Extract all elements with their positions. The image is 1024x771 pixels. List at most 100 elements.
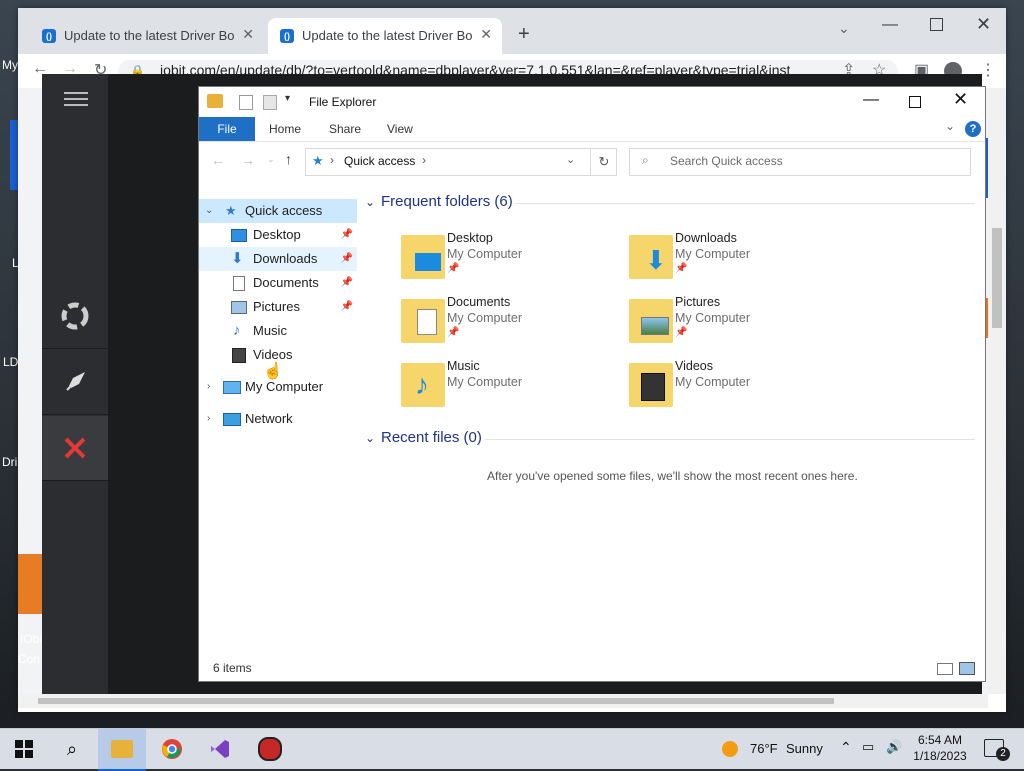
- breadcrumb-item[interactable]: Quick access: [344, 154, 415, 168]
- chevron-down-icon[interactable]: ⌄: [205, 199, 213, 223]
- tab-home[interactable]: Home: [269, 117, 301, 141]
- new-tab-button[interactable]: +: [518, 24, 530, 44]
- close-window-button[interactable]: ✕: [953, 89, 968, 110]
- folder-item-pictures[interactable]: Pictures My Computer 📌: [629, 295, 839, 347]
- tab-title: Update to the latest Driver Booster: [64, 28, 234, 43]
- videos-film-icon: [641, 373, 665, 401]
- clock-date[interactable]: 1/18/2023: [912, 749, 968, 763]
- visual-studio-taskbar-icon[interactable]: [196, 729, 244, 769]
- page-text: IObi: [20, 632, 43, 646]
- chevron-right-icon[interactable]: ›: [207, 375, 210, 399]
- more-menu-icon[interactable]: ⋮: [980, 60, 996, 80]
- chevron-down-icon[interactable]: ⌄: [365, 195, 375, 209]
- scrollbar-thumb[interactable]: [38, 698, 834, 704]
- properties-icon[interactable]: [239, 95, 253, 110]
- browser-tab-active[interactable]: () Update to the latest Driver Booster ✕: [268, 18, 502, 54]
- pin-icon: 📌: [447, 263, 460, 274]
- weather-desc[interactable]: Sunny: [786, 741, 823, 756]
- downloads-arrow-icon: ⬇: [645, 245, 667, 275]
- folder-item-desktop[interactable]: Desktop My Computer 📌: [401, 231, 611, 283]
- quick-access-toolbar-dropdown-icon[interactable]: ▾: [285, 93, 290, 104]
- search-input[interactable]: ⌕ Search Quick access: [629, 148, 971, 176]
- nav-item-desktop[interactable]: Desktop 📌: [199, 223, 357, 247]
- chevron-down-icon[interactable]: ⌄: [566, 153, 575, 166]
- folder-item-music[interactable]: ♪ Music My Computer: [401, 359, 611, 411]
- breadcrumb[interactable]: ★ › Quick access › ⌄ ↻: [305, 148, 617, 176]
- up-icon[interactable]: ↑: [285, 151, 292, 167]
- chevron-up-icon[interactable]: ⌃: [840, 739, 852, 756]
- documents-icon: [233, 276, 245, 291]
- nav-quick-access[interactable]: ⌄ ★ Quick access: [199, 199, 357, 223]
- desktop-icon-label[interactable]: My: [2, 58, 18, 72]
- chevron-right-icon[interactable]: ›: [330, 153, 334, 167]
- downloads-arrow-icon: ⬇: [231, 250, 244, 267]
- frequent-folders-header[interactable]: Frequent folders (6): [381, 193, 513, 210]
- documents-icon: [417, 309, 437, 335]
- browser-tab[interactable]: () Update to the latest Driver Booster ✕: [30, 18, 264, 54]
- folder-item-videos[interactable]: Videos My Computer: [629, 359, 839, 411]
- search-icon: ⌕: [642, 153, 649, 167]
- nav-item-music[interactable]: ♪ Music: [199, 319, 357, 343]
- folder-location: My Computer: [675, 311, 751, 325]
- help-icon[interactable]: ?: [965, 121, 981, 137]
- network-icon[interactable]: ▭: [862, 739, 874, 755]
- rocket-icon[interactable]: [42, 350, 108, 415]
- forward-icon[interactable]: →: [241, 152, 255, 168]
- recent-files-header[interactable]: Recent files (0): [381, 429, 482, 446]
- desktop-icon-label[interactable]: LD: [3, 355, 18, 369]
- tab-strip: () Update to the latest Driver Booster ✕…: [18, 8, 1006, 54]
- chevron-down-icon[interactable]: ⌄: [365, 431, 375, 445]
- file-explorer-window: ▾ File Explorer — ✕ File Home Share View…: [198, 86, 986, 682]
- desktop-icon-label[interactable]: Dri: [2, 455, 17, 469]
- horizontal-scrollbar[interactable]: [18, 694, 988, 708]
- minimize-button[interactable]: —: [863, 91, 879, 109]
- nav-item-documents[interactable]: Documents 📌: [199, 271, 357, 295]
- folder-icon: [207, 94, 223, 108]
- nav-item-downloads[interactable]: ⬇ Downloads 📌: [199, 247, 357, 271]
- details-view-icon[interactable]: [937, 663, 953, 675]
- scrollbar-thumb[interactable]: [992, 228, 1002, 328]
- close-icon[interactable]: ✕: [242, 26, 254, 43]
- tools-icon[interactable]: [42, 416, 108, 481]
- close-icon[interactable]: ✕: [480, 26, 492, 43]
- lifebuoy-icon[interactable]: [42, 284, 108, 349]
- music-note-icon: ♪: [233, 322, 241, 339]
- back-icon[interactable]: ←: [211, 152, 225, 168]
- maximize-button[interactable]: [930, 18, 943, 31]
- large-icons-view-icon[interactable]: [959, 662, 975, 675]
- driver-booster-taskbar-icon[interactable]: [246, 729, 294, 769]
- vertical-scrollbar[interactable]: [988, 88, 1006, 694]
- chrome-taskbar-icon[interactable]: [148, 729, 196, 769]
- folder-item-documents[interactable]: Documents My Computer 📌: [401, 295, 611, 347]
- pin-icon: 📌: [340, 253, 353, 264]
- pin-icon: 📌: [340, 277, 353, 288]
- refresh-icon[interactable]: ↻: [590, 149, 617, 175]
- folder-item-downloads[interactable]: ⬇ Downloads My Computer 📌: [629, 231, 839, 283]
- minimize-button[interactable]: —: [882, 16, 898, 34]
- tab-view[interactable]: View: [387, 117, 413, 141]
- nav-network[interactable]: › Network: [199, 407, 357, 431]
- chevron-right-icon[interactable]: ›: [207, 407, 210, 431]
- new-folder-icon[interactable]: [263, 95, 277, 110]
- start-button[interactable]: [0, 729, 48, 769]
- file-explorer-taskbar-icon[interactable]: [98, 729, 146, 771]
- recent-empty-message: After you've opened some files, we'll sh…: [487, 469, 858, 483]
- quick-access-star-icon: ★: [225, 203, 237, 218]
- address-row: ← → ⌄ ↑ ★ › Quick access › ⌄ ↻ ⌕ Search …: [199, 142, 985, 180]
- chevron-right-icon[interactable]: ›: [422, 153, 426, 167]
- nav-item-pictures[interactable]: Pictures 📌: [199, 295, 357, 319]
- tab-file[interactable]: File: [199, 117, 255, 141]
- search-icon[interactable]: ⌕: [48, 729, 96, 769]
- tab-share[interactable]: Share: [329, 117, 361, 141]
- weather-temp[interactable]: 76°F: [750, 741, 778, 756]
- clock-time[interactable]: 6:54 AM: [914, 733, 966, 747]
- recent-locations-icon[interactable]: ⌄: [267, 154, 275, 165]
- tab-search-icon[interactable]: ⌄: [838, 20, 850, 37]
- maximize-button[interactable]: [909, 96, 921, 108]
- hamburger-icon[interactable]: [64, 88, 88, 110]
- expand-ribbon-icon[interactable]: ⌄: [945, 119, 955, 133]
- close-window-button[interactable]: ✕: [976, 14, 991, 35]
- volume-icon[interactable]: 🔊: [886, 739, 902, 755]
- tab-title: Update to the latest Driver Booster: [302, 28, 472, 43]
- sun-icon[interactable]: [722, 741, 738, 757]
